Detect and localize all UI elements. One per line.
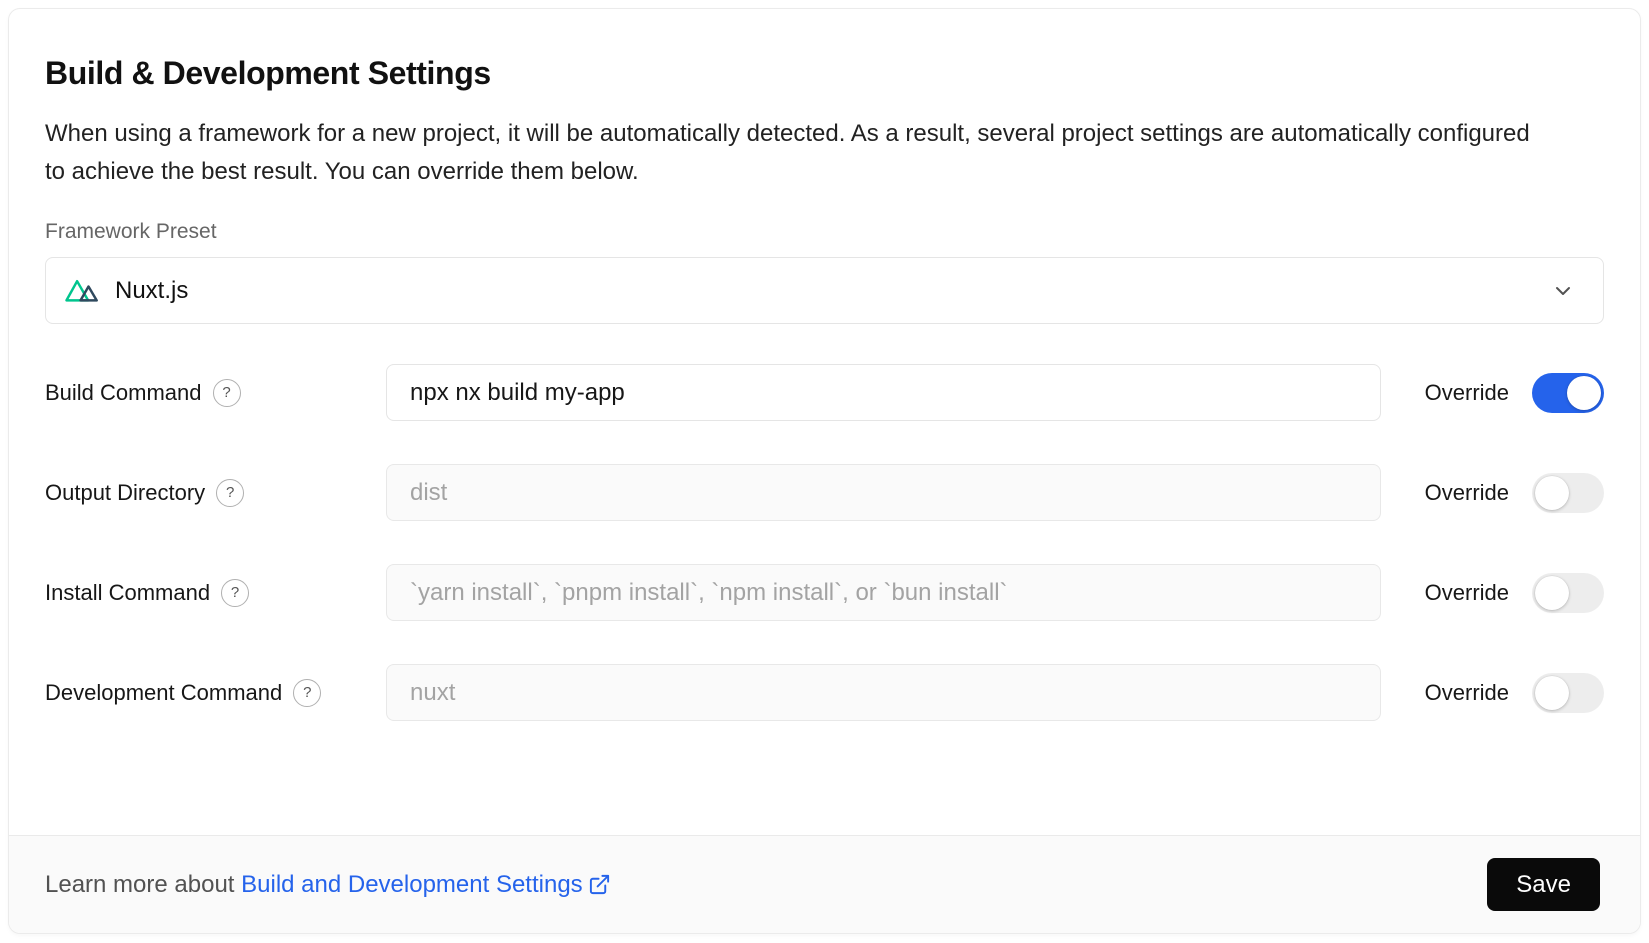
override-label: Override xyxy=(1425,380,1509,406)
development-command-override-toggle[interactable] xyxy=(1532,673,1604,713)
build-command-input[interactable] xyxy=(386,364,1381,421)
install-command-label: Install Command ? xyxy=(45,579,386,607)
install-command-label-text: Install Command xyxy=(45,580,210,606)
toggle-knob xyxy=(1535,676,1569,710)
build-settings-card: Build & Development Settings When using … xyxy=(8,8,1641,934)
override-label: Override xyxy=(1425,480,1509,506)
settings-body: Build & Development Settings When using … xyxy=(9,9,1640,835)
build-command-label: Build Command ? xyxy=(45,379,386,407)
development-command-input[interactable] xyxy=(386,664,1381,721)
build-settings-docs-link[interactable]: Build and Development Settings xyxy=(241,871,611,899)
save-button[interactable]: Save xyxy=(1487,858,1600,911)
settings-rows: Build Command ? Override Output Director… xyxy=(45,364,1604,721)
install-command-row: Install Command ? Override xyxy=(45,564,1604,621)
build-command-override-toggle[interactable] xyxy=(1532,373,1604,413)
learn-more-text: Learn more about Build and Development S… xyxy=(45,871,611,899)
development-command-label: Development Command ? xyxy=(45,679,386,707)
question-mark-icon[interactable]: ? xyxy=(213,379,241,407)
output-directory-override-toggle[interactable] xyxy=(1532,473,1604,513)
question-mark-icon[interactable]: ? xyxy=(216,479,244,507)
output-directory-label-text: Output Directory xyxy=(45,480,205,506)
question-mark-icon[interactable]: ? xyxy=(221,579,249,607)
install-command-input[interactable] xyxy=(386,564,1381,621)
build-command-row: Build Command ? Override xyxy=(45,364,1604,421)
learn-more-prefix: Learn more about xyxy=(45,871,241,899)
framework-preset-select[interactable]: Nuxt.js xyxy=(45,257,1604,324)
chevron-down-icon xyxy=(1551,279,1575,303)
framework-preset-label: Framework Preset xyxy=(45,220,1604,244)
settings-description: When using a framework for a new project… xyxy=(45,115,1535,191)
development-command-row: Development Command ? Override xyxy=(45,664,1604,721)
override-label: Override xyxy=(1425,680,1509,706)
page-title: Build & Development Settings xyxy=(45,55,1604,92)
output-directory-input[interactable] xyxy=(386,464,1381,521)
development-command-label-text: Development Command xyxy=(45,680,282,706)
build-command-label-text: Build Command xyxy=(45,380,202,406)
output-directory-label: Output Directory ? xyxy=(45,479,386,507)
external-link-icon xyxy=(588,873,611,896)
framework-selected-value: Nuxt.js xyxy=(115,277,188,305)
settings-footer: Learn more about Build and Development S… xyxy=(9,835,1640,933)
learn-more-link-text: Build and Development Settings xyxy=(241,871,583,899)
nuxt-logo-icon xyxy=(64,277,102,304)
install-command-override-toggle[interactable] xyxy=(1532,573,1604,613)
toggle-knob xyxy=(1535,576,1569,610)
output-directory-row: Output Directory ? Override xyxy=(45,464,1604,521)
override-label: Override xyxy=(1425,580,1509,606)
toggle-knob xyxy=(1567,376,1601,410)
question-mark-icon[interactable]: ? xyxy=(293,679,321,707)
toggle-knob xyxy=(1535,476,1569,510)
